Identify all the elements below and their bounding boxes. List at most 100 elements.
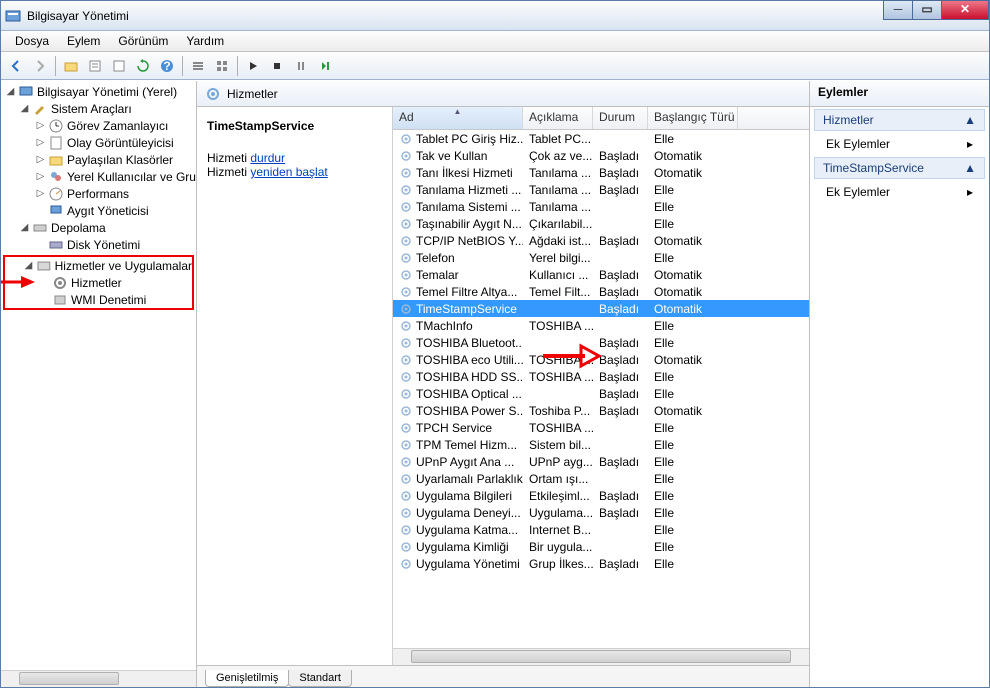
restart-button[interactable] <box>314 55 336 77</box>
play-button[interactable] <box>242 55 264 77</box>
cell-startup: Elle <box>648 132 738 146</box>
service-row[interactable]: TPM Temel Hizm...Sistem bil...Elle <box>393 436 809 453</box>
close-button[interactable]: ✕ <box>941 0 989 20</box>
cell-status: Başladı <box>593 506 648 520</box>
action-section-selected[interactable]: TimeStampService▲ <box>814 157 985 179</box>
service-row[interactable]: Uygulama Deneyi...Uygulama...BaşladıElle <box>393 504 809 521</box>
service-row[interactable]: Tanılama Sistemi ...Tanılama ...Elle <box>393 198 809 215</box>
list-view-button[interactable] <box>187 55 209 77</box>
window: Bilgisayar Yönetimi ─ ▭ ✕ Dosya Eylem Gö… <box>0 0 990 688</box>
service-row[interactable]: Uygulama YönetimiGrup İlkes...BaşladıEll… <box>393 555 809 572</box>
folder-button[interactable] <box>60 55 82 77</box>
tree-device-manager[interactable]: Aygıt Yöneticisi <box>1 202 196 219</box>
column-name[interactable]: ▲Ad <box>393 107 523 129</box>
toolbar-separator <box>55 56 56 76</box>
action-more-services[interactable]: Ek Eylemler▸ <box>810 133 989 155</box>
detail-view-button[interactable] <box>211 55 233 77</box>
cell-startup: Elle <box>648 336 738 350</box>
pause-button[interactable] <box>290 55 312 77</box>
restart-link[interactable]: yeniden başlat <box>250 165 327 179</box>
stop-button[interactable] <box>266 55 288 77</box>
column-description[interactable]: Açıklama <box>523 107 593 129</box>
tree-wmi[interactable]: WMI Denetimi <box>5 291 192 308</box>
service-row[interactable]: Temel Filtre Altya...Temel Filt...Başlad… <box>393 283 809 300</box>
service-row[interactable]: Tanı İlkesi HizmetiTanılama ...BaşladıOt… <box>393 164 809 181</box>
refresh-button[interactable] <box>132 55 154 77</box>
maximize-button[interactable]: ▭ <box>912 0 942 20</box>
service-row[interactable]: TCP/IP NetBIOS Y...Ağdaki ist...BaşladıO… <box>393 232 809 249</box>
title-bar[interactable]: Bilgisayar Yönetimi ─ ▭ ✕ <box>1 1 989 31</box>
service-row[interactable]: TPCH ServiceTOSHIBA ...Elle <box>393 419 809 436</box>
service-row[interactable]: Uygulama KimliğiBir uygula...Elle <box>393 538 809 555</box>
service-row[interactable]: UPnP Aygıt Ana ...UPnP ayg...BaşladıElle <box>393 453 809 470</box>
action-more-selected[interactable]: Ek Eylemler▸ <box>810 181 989 203</box>
service-row[interactable]: TOSHIBA Power S...Toshiba P...BaşladıOto… <box>393 402 809 419</box>
cell-startup: Elle <box>648 472 738 486</box>
menu-help[interactable]: Yardım <box>178 32 232 50</box>
service-row[interactable]: Tablet PC Giriş Hiz...Tablet PC...Elle <box>393 130 809 147</box>
cell-name: TOSHIBA Optical ... <box>393 387 523 401</box>
scrollbar-thumb[interactable] <box>411 650 791 663</box>
cell-status: Başladı <box>593 166 648 180</box>
service-row[interactable]: TelefonYerel bilgi...Elle <box>393 249 809 266</box>
tree-storage[interactable]: ◢Depolama <box>1 219 196 236</box>
gear-icon <box>399 472 413 486</box>
service-row[interactable]: TOSHIBA Optical ...BaşladıElle <box>393 385 809 402</box>
cell-startup: Elle <box>648 540 738 554</box>
service-row[interactable]: TOSHIBA HDD SS...TOSHIBA ...BaşladıElle <box>393 368 809 385</box>
forward-button[interactable] <box>29 55 51 77</box>
cell-desc: Çok az ve... <box>523 149 593 163</box>
service-row[interactable]: Tanılama Hizmeti ...Tanılama ...BaşladıE… <box>393 181 809 198</box>
help-button[interactable]: ? <box>156 55 178 77</box>
properties-button[interactable] <box>84 55 106 77</box>
menu-view[interactable]: Görünüm <box>110 32 176 50</box>
service-row[interactable]: TMachInfoTOSHIBA ...Elle <box>393 317 809 334</box>
tree-event-viewer[interactable]: ▷Olay Görüntüleyicisi <box>1 134 196 151</box>
column-status[interactable]: Durum <box>593 107 648 129</box>
cell-status: Başladı <box>593 302 648 316</box>
scrollbar-thumb[interactable] <box>19 672 119 685</box>
tree-system-tools[interactable]: ◢Sistem Araçları <box>1 100 196 117</box>
cell-startup: Otomatik <box>648 268 738 282</box>
tab-extended[interactable]: Genişletilmiş <box>205 670 289 687</box>
tree-root[interactable]: ◢Bilgisayar Yönetimi (Yerel) <box>1 83 196 100</box>
back-button[interactable] <box>5 55 27 77</box>
service-row[interactable]: Taşınabilir Aygıt N...Çıkarılabil...Elle <box>393 215 809 232</box>
computer-icon <box>18 84 34 100</box>
service-row[interactable]: TemalarKullanıcı ...BaşladıOtomatik <box>393 266 809 283</box>
gear-icon <box>52 275 68 291</box>
tree-disk-management[interactable]: Disk Yönetimi <box>1 236 196 253</box>
service-row[interactable]: Uygulama Katma...Internet B...Elle <box>393 521 809 538</box>
service-row[interactable]: TOSHIBA eco Utili...TOSHIBA ...BaşladıOt… <box>393 351 809 368</box>
column-startup[interactable]: Başlangıç Türü <box>648 107 738 129</box>
export-button[interactable] <box>108 55 130 77</box>
list-hscroll[interactable] <box>393 648 809 665</box>
stop-link[interactable]: durdur <box>250 151 285 165</box>
tree-performance[interactable]: ▷Performans <box>1 185 196 202</box>
tree-shared-folders[interactable]: ▷Paylaşılan Klasörler <box>1 151 196 168</box>
minimize-button[interactable]: ─ <box>883 0 913 20</box>
service-row[interactable]: Uyarlamalı ParlaklıkOrtam ışı...Elle <box>393 470 809 487</box>
tree-task-scheduler[interactable]: ▷Görev Zamanlayıcı <box>1 117 196 134</box>
cell-status: Başladı <box>593 353 648 367</box>
chevron-right-icon: ▸ <box>967 185 973 199</box>
tree-local-users[interactable]: ▷Yerel Kullanıcılar ve Gru <box>1 168 196 185</box>
services-icon <box>205 86 221 102</box>
service-row[interactable]: TimeStampServiceBaşladıOtomatik <box>393 300 809 317</box>
cell-startup: Elle <box>648 319 738 333</box>
menu-action[interactable]: Eylem <box>59 32 108 50</box>
gear-icon <box>399 234 413 248</box>
menu-file[interactable]: Dosya <box>7 32 57 50</box>
tree-pane[interactable]: ◢Bilgisayar Yönetimi (Yerel) ◢Sistem Ara… <box>1 81 197 670</box>
tab-standard[interactable]: Standart <box>288 670 352 687</box>
tree-services[interactable]: Hizmetler <box>5 274 192 291</box>
service-row[interactable]: Tak ve KullanÇok az ve...BaşladıOtomatik <box>393 147 809 164</box>
service-row[interactable]: TOSHIBA Bluetoot...BaşladıElle <box>393 334 809 351</box>
cell-desc: TOSHIBA ... <box>523 370 593 384</box>
action-section-services[interactable]: Hizmetler▲ <box>814 109 985 131</box>
body: ◢Bilgisayar Yönetimi (Yerel) ◢Sistem Ara… <box>1 80 989 687</box>
list-body[interactable]: Tablet PC Giriş Hiz...Tablet PC...ElleTa… <box>393 130 809 648</box>
tree-hscroll[interactable] <box>1 670 196 687</box>
service-row[interactable]: Uygulama BilgileriEtkileşiml...BaşladıEl… <box>393 487 809 504</box>
folder-icon <box>48 152 64 168</box>
